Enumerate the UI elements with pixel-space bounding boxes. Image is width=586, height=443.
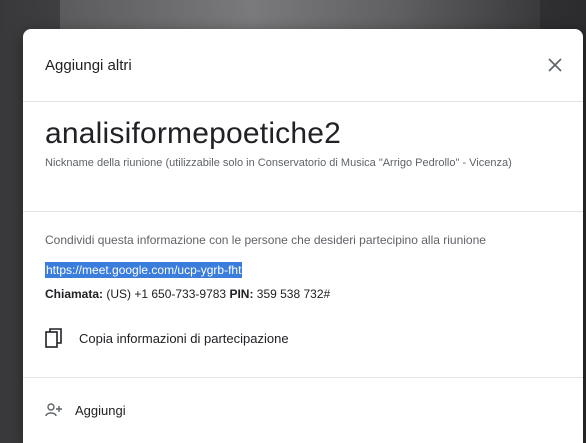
dialog-header: Aggiungi altri	[23, 29, 583, 102]
share-instruction: Condividi questa informazione con le per…	[45, 233, 486, 247]
close-button[interactable]	[541, 51, 569, 79]
add-people-button[interactable]: Aggiungi	[45, 400, 126, 420]
pin-value: 359 538 732#	[253, 287, 331, 301]
background-video-strip	[60, 0, 540, 30]
dial-in-info: Chiamata: (US) +1 650-733-9783 PIN: 359 …	[45, 287, 330, 301]
copy-join-info-button[interactable]: Copia informazioni di partecipazione	[45, 325, 289, 351]
dialog-title: Aggiungi altri	[45, 57, 132, 74]
meeting-nickname-note: Nickname della riunione (utilizzabile so…	[45, 157, 512, 169]
divider	[23, 211, 583, 212]
meeting-name: analisiformepoetiche2	[45, 117, 342, 150]
pin-label: PIN:	[229, 287, 254, 301]
divider	[23, 377, 583, 378]
call-label: Chiamata:	[45, 287, 104, 301]
add-others-dialog: Aggiungi altri analisiformepoetiche2 Nic…	[23, 29, 583, 443]
add-person-icon	[45, 403, 62, 417]
add-people-label: Aggiungi	[75, 402, 126, 418]
copy-join-info-label: Copia informazioni di partecipazione	[79, 330, 289, 346]
copy-icon	[45, 328, 62, 348]
close-icon	[548, 58, 562, 72]
call-number: (US) +1 650-733-9783	[103, 287, 230, 301]
meeting-link[interactable]: https://meet.google.com/ucp-ygrb-fht	[45, 262, 243, 278]
